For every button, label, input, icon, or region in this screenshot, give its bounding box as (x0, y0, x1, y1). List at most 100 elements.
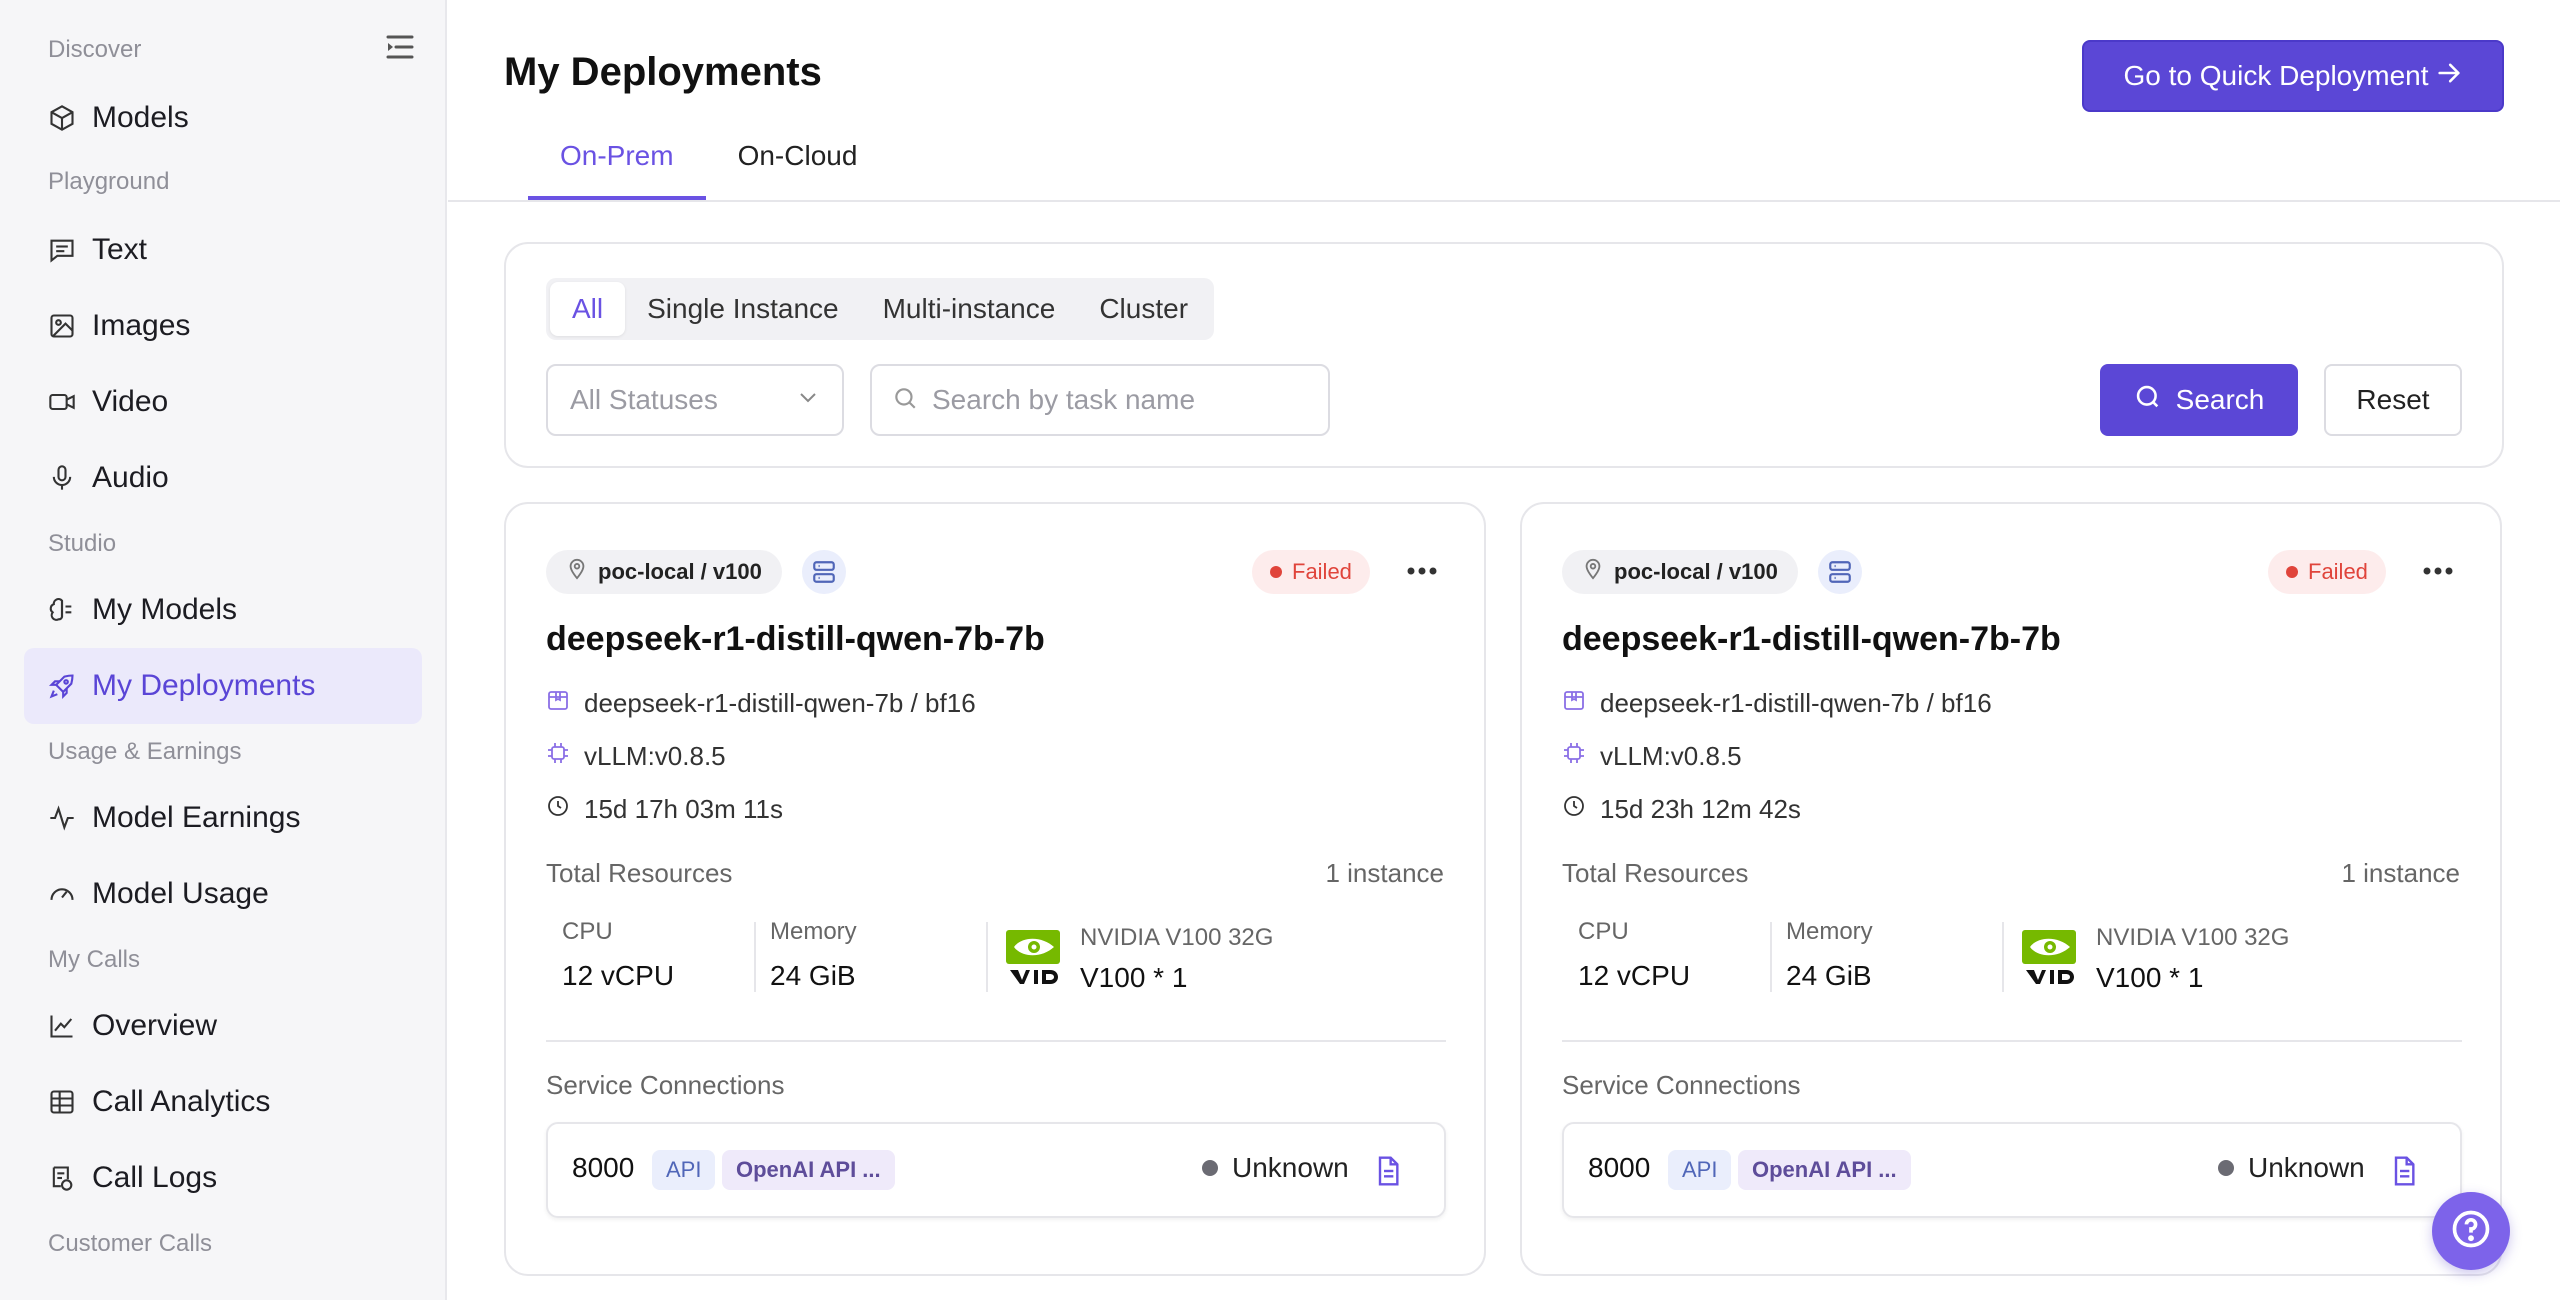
help-icon (2449, 1207, 2493, 1256)
search-button[interactable]: Search (2100, 364, 2298, 436)
sidebar-item-my-models[interactable]: My Models (24, 572, 422, 648)
sidebar: Discover Models Playground Text Images V… (0, 0, 447, 1300)
sidebar-item-call-logs[interactable]: Call Logs (24, 1140, 422, 1216)
microphone-icon (48, 464, 76, 492)
deployment-card[interactable]: poc-local / v100 Failed deepseek-r1-dist… (1520, 502, 2502, 1276)
chip-icon (546, 741, 570, 772)
quick-deployment-button[interactable]: Go to Quick Deployment (2082, 40, 2504, 112)
model-text: deepseek-r1-distill-qwen-7b / bf16 (1600, 688, 1992, 718)
uptime-text: 15d 17h 03m 11s (584, 794, 783, 824)
section-playground: Playground (48, 168, 170, 195)
sidebar-item-call-analytics[interactable]: Call Analytics (24, 1064, 422, 1140)
sidebar-item-model-usage[interactable]: Model Usage (24, 856, 422, 932)
port-number: 8000 (1588, 1152, 1651, 1183)
connection-status: Unknown (2218, 1152, 2365, 1184)
sidebar-item-label: My Models (92, 593, 238, 626)
sidebar-item-models[interactable]: Models (24, 80, 422, 156)
segment-all[interactable]: All (550, 282, 626, 336)
search-input[interactable] (932, 384, 1308, 416)
document-icon[interactable] (2388, 1154, 2420, 1188)
map-pin-icon (566, 558, 588, 586)
service-connection-row[interactable]: 8000 API OpenAI API ... Unknown (546, 1122, 1446, 1218)
sidebar-item-label: Model Usage (92, 877, 269, 910)
section-studio: Studio (48, 530, 117, 557)
connection-status-dot (2218, 1160, 2234, 1176)
resource-divider (2002, 922, 2004, 992)
sidebar-item-label: Models (92, 101, 189, 134)
arrow-right-icon (2435, 59, 2463, 94)
activity-icon (48, 804, 76, 832)
message-icon (48, 236, 76, 264)
engine-text: vLLM:v0.8.5 (584, 741, 726, 771)
search-button-label: Search (2175, 384, 2265, 415)
card-divider (1562, 1040, 2462, 1042)
gpu-name: NVIDIA V100 32G (2096, 924, 2290, 951)
cpu-resource: CPU 12 vCPU (562, 918, 674, 992)
clock-icon (1562, 794, 1586, 825)
sidebar-collapse-icon[interactable] (384, 32, 416, 62)
search-icon (2134, 383, 2162, 418)
status-select[interactable]: All Statuses (546, 364, 844, 436)
openai-api-tag: OpenAI API ... (1738, 1150, 1911, 1190)
sidebar-item-label: Audio (92, 461, 169, 494)
service-connections-label: Service Connections (1562, 1070, 1801, 1100)
resource-divider (986, 922, 988, 992)
cpu-label: CPU (1578, 918, 1629, 945)
connection-status-text: Unknown (2248, 1152, 2365, 1183)
tabs-divider (448, 200, 2560, 202)
uptime-text: 15d 23h 12m 42s (1600, 794, 1801, 824)
document-icon[interactable] (1372, 1154, 1404, 1188)
help-button[interactable] (2432, 1192, 2510, 1270)
clock-icon (546, 794, 570, 825)
resource-divider (754, 922, 756, 992)
total-resources-label: Total Resources (546, 858, 733, 888)
model-row: deepseek-r1-distill-qwen-7b / bf16 (546, 688, 976, 719)
memory-resource: Memory 24 GiB (770, 918, 857, 992)
model-text: deepseek-r1-distill-qwen-7b / bf16 (584, 688, 976, 718)
connection-status-text: Unknown (1232, 1152, 1349, 1183)
status-dot (1270, 566, 1282, 578)
engine-row: vLLM:v0.8.5 (1562, 741, 1742, 772)
gpu-name: NVIDIA V100 32G (1080, 924, 1274, 951)
connection-status-dot (1202, 1160, 1218, 1176)
sidebar-item-model-earnings[interactable]: Model Earnings (24, 780, 422, 856)
location-text: poc-local / v100 (1614, 559, 1778, 584)
cpu-label: CPU (562, 918, 613, 945)
deployment-title[interactable]: deepseek-r1-distill-qwen-7b-7b (546, 620, 1045, 659)
memory-label: Memory (770, 918, 857, 945)
deployment-card[interactable]: poc-local / v100 Failed deepseek-r1-dist… (504, 502, 1486, 1276)
map-pin-icon (1582, 558, 1604, 586)
status-dot (2286, 566, 2298, 578)
gpu-value: V100 * 1 (2096, 962, 2204, 993)
search-field[interactable] (870, 364, 1330, 436)
nvidia-logo-icon (1004, 928, 1068, 986)
sidebar-item-overview[interactable]: Overview (24, 988, 422, 1064)
status-badge: Failed (1252, 550, 1370, 594)
sidebar-item-text[interactable]: Text (24, 212, 422, 288)
tab-on-cloud[interactable]: On-Cloud (706, 132, 890, 200)
instance-count: 1 instance (2341, 858, 2460, 888)
engine-row: vLLM:v0.8.5 (546, 741, 726, 772)
sidebar-item-label: Images (92, 309, 191, 342)
sidebar-item-label: My Deployments (92, 669, 316, 702)
engine-text: vLLM:v0.8.5 (1600, 741, 1742, 771)
segment-single-instance[interactable]: Single Instance (625, 282, 860, 336)
api-tag: API (652, 1150, 716, 1190)
reset-button[interactable]: Reset (2324, 364, 2462, 436)
section-discover: Discover (48, 36, 142, 63)
segment-cluster[interactable]: Cluster (1077, 282, 1210, 336)
tab-on-prem[interactable]: On-Prem (528, 132, 706, 200)
sidebar-item-audio[interactable]: Audio (24, 440, 422, 516)
sidebar-item-my-deployments[interactable]: My Deployments (24, 648, 422, 724)
segment-multi-instance[interactable]: Multi-instance (861, 282, 1078, 336)
service-connections-label: Service Connections (546, 1070, 785, 1100)
service-connection-row[interactable]: 8000 API OpenAI API ... Unknown (1562, 1122, 2462, 1218)
sidebar-item-label: Overview (92, 1009, 218, 1042)
sidebar-item-images[interactable]: Images (24, 288, 422, 364)
sidebar-item-video[interactable]: Video (24, 364, 422, 440)
resource-divider (1770, 922, 1772, 992)
deployment-title[interactable]: deepseek-r1-distill-qwen-7b-7b (1562, 620, 2061, 659)
more-options-icon[interactable] (1404, 556, 1440, 586)
more-options-icon[interactable] (2420, 556, 2456, 586)
connection-status: Unknown (1202, 1152, 1349, 1184)
